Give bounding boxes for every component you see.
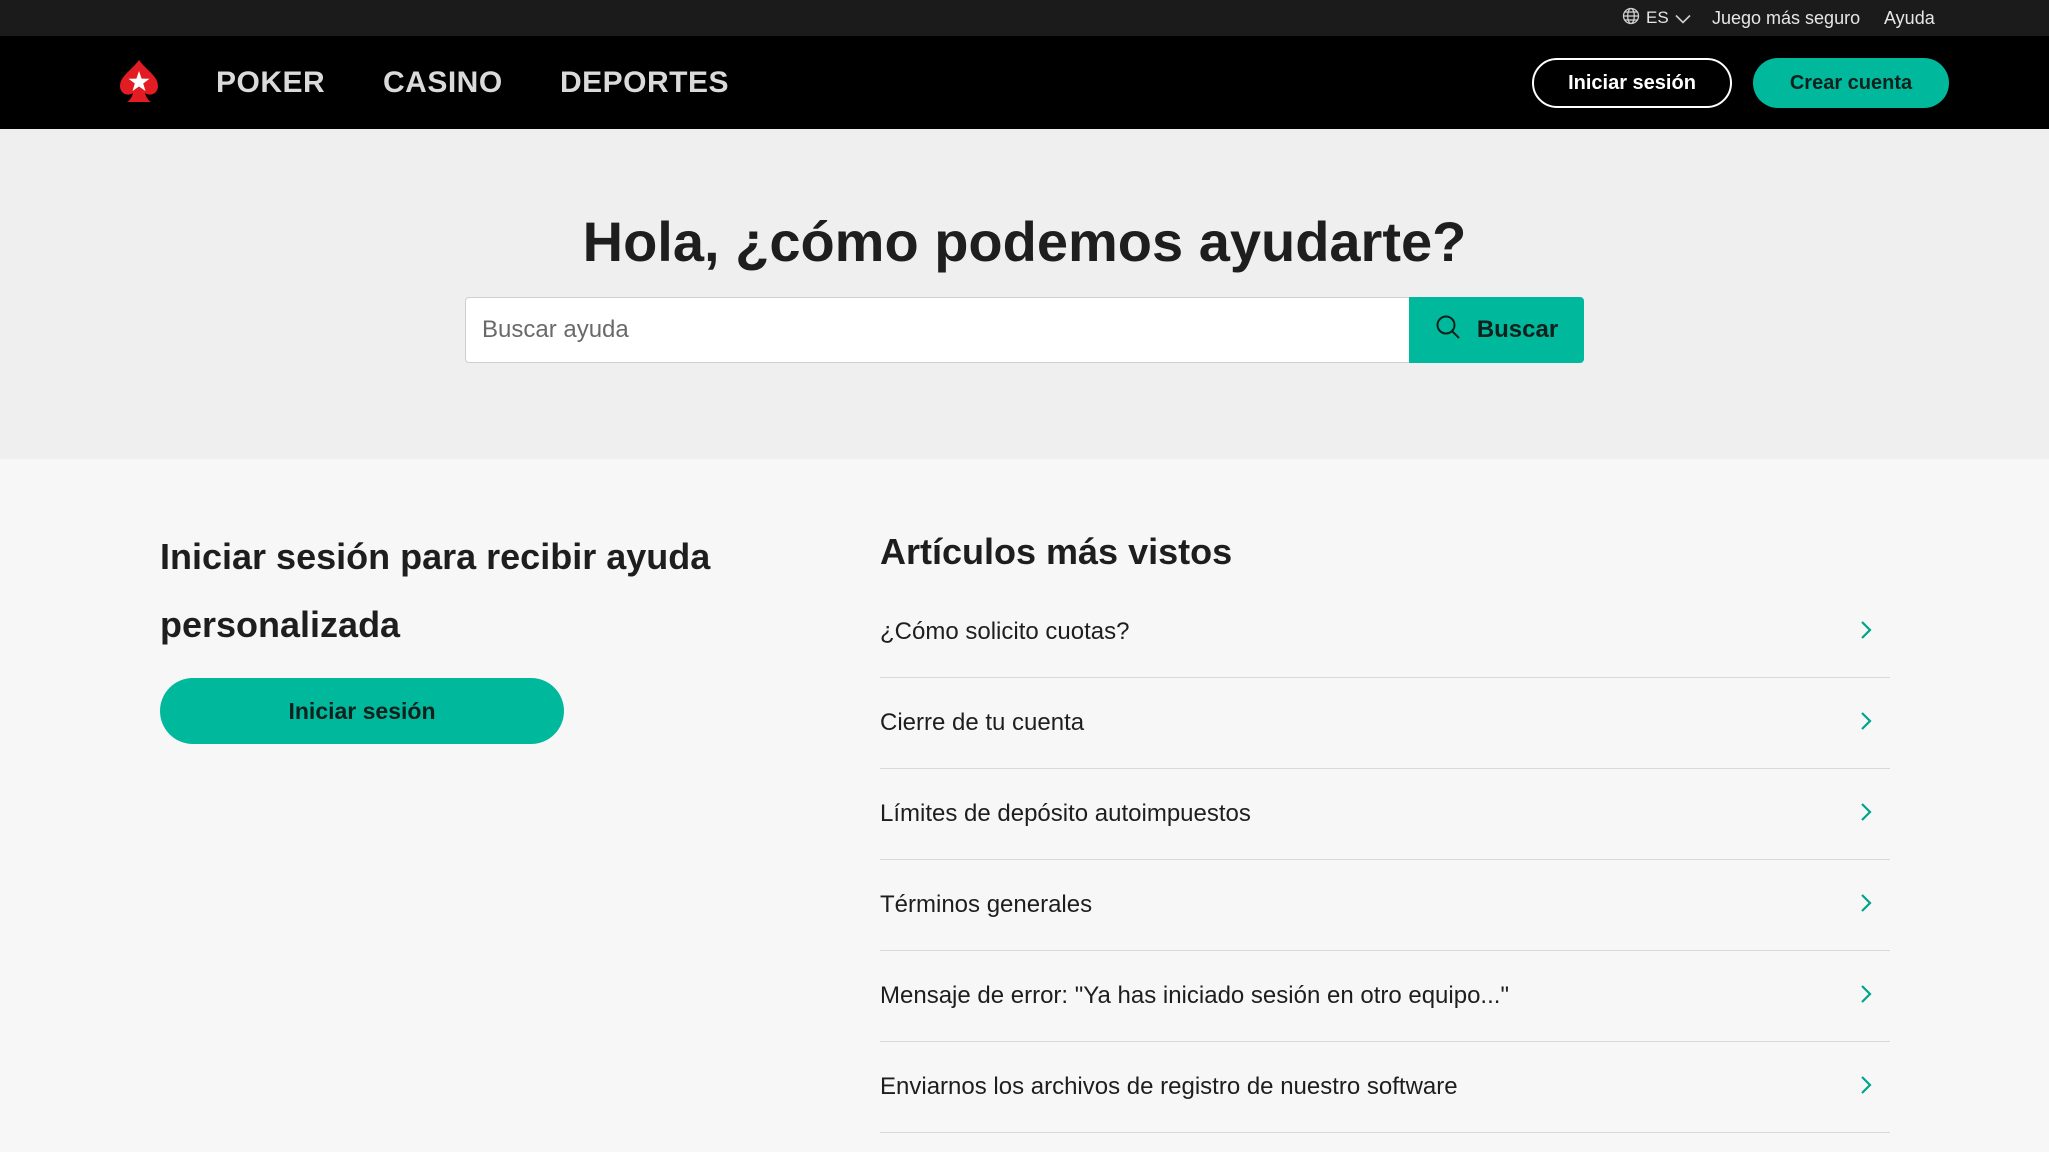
search-input[interactable] — [465, 297, 1411, 363]
language-selector[interactable]: ES — [1622, 0, 1691, 36]
article-item[interactable]: ¿Cómo solicito cuotas? — [880, 587, 1890, 678]
article-item[interactable]: Términos generales — [880, 860, 1890, 951]
chevron-right-icon — [1860, 711, 1872, 736]
article-item[interactable]: Enviarnos los archivos de registro de nu… — [880, 1042, 1890, 1133]
content-section: Iniciar sesión para recibir ayuda person… — [0, 459, 2049, 1152]
popular-articles-title: Artículos más vistos — [880, 531, 1233, 572]
main-navigation: POKER CASINO DEPORTES Iniciar sesión Cre… — [0, 36, 2049, 129]
article-item[interactable]: Límites de depósito autoimpuestos — [880, 769, 1890, 860]
spade-star-logo[interactable] — [114, 56, 164, 106]
article-item[interactable]: Mensaje de error: "Ya has iniciado sesió… — [880, 951, 1890, 1042]
nav-casino[interactable]: CASINO — [383, 36, 503, 129]
article-item[interactable]: Cierre de tu cuenta — [880, 678, 1890, 769]
article-label: Mensaje de error: "Ya has iniciado sesió… — [880, 982, 1509, 1009]
safer-gambling-link[interactable]: Juego más seguro — [1712, 0, 1860, 36]
chevron-right-icon — [1860, 802, 1872, 827]
article-label: Cierre de tu cuenta — [880, 709, 1085, 736]
header-login-button[interactable]: Iniciar sesión — [1532, 58, 1732, 108]
chevron-right-icon — [1860, 1075, 1872, 1100]
chevron-right-icon — [1860, 620, 1872, 645]
search-button-label: Buscar — [1476, 316, 1559, 343]
create-account-button[interactable]: Crear cuenta — [1753, 58, 1949, 108]
hero-section: Hola, ¿cómo podemos ayudarte? Buscar — [0, 129, 2049, 459]
article-label: Enviarnos los archivos de registro de nu… — [880, 1073, 1458, 1100]
article-label: Términos generales — [880, 891, 1093, 918]
page-title: Hola, ¿cómo podemos ayudarte? — [582, 210, 1467, 273]
search-icon — [1435, 314, 1461, 347]
article-label: ¿Cómo solicito cuotas? — [880, 618, 1130, 645]
language-code: ES — [1646, 8, 1669, 27]
nav-deportes[interactable]: DEPORTES — [560, 36, 729, 129]
help-link[interactable]: Ayuda — [1884, 0, 1935, 36]
chevron-right-icon — [1860, 893, 1872, 918]
nav-poker[interactable]: POKER — [216, 36, 325, 129]
login-for-help-button[interactable]: Iniciar sesión — [160, 678, 564, 744]
chevron-right-icon — [1860, 984, 1872, 1009]
article-label: Límites de depósito autoimpuestos — [880, 800, 1251, 827]
globe-icon — [1622, 7, 1640, 30]
search-button[interactable]: Buscar — [1409, 297, 1584, 363]
login-panel-title: Iniciar sesión para recibir ayuda person… — [160, 536, 711, 645]
chevron-down-icon — [1675, 8, 1691, 29]
popular-articles-list: ¿Cómo solicito cuotas? Cierre de tu cuen… — [880, 587, 1890, 1133]
utility-bar: ES Juego más seguro Ayuda — [0, 0, 2049, 36]
